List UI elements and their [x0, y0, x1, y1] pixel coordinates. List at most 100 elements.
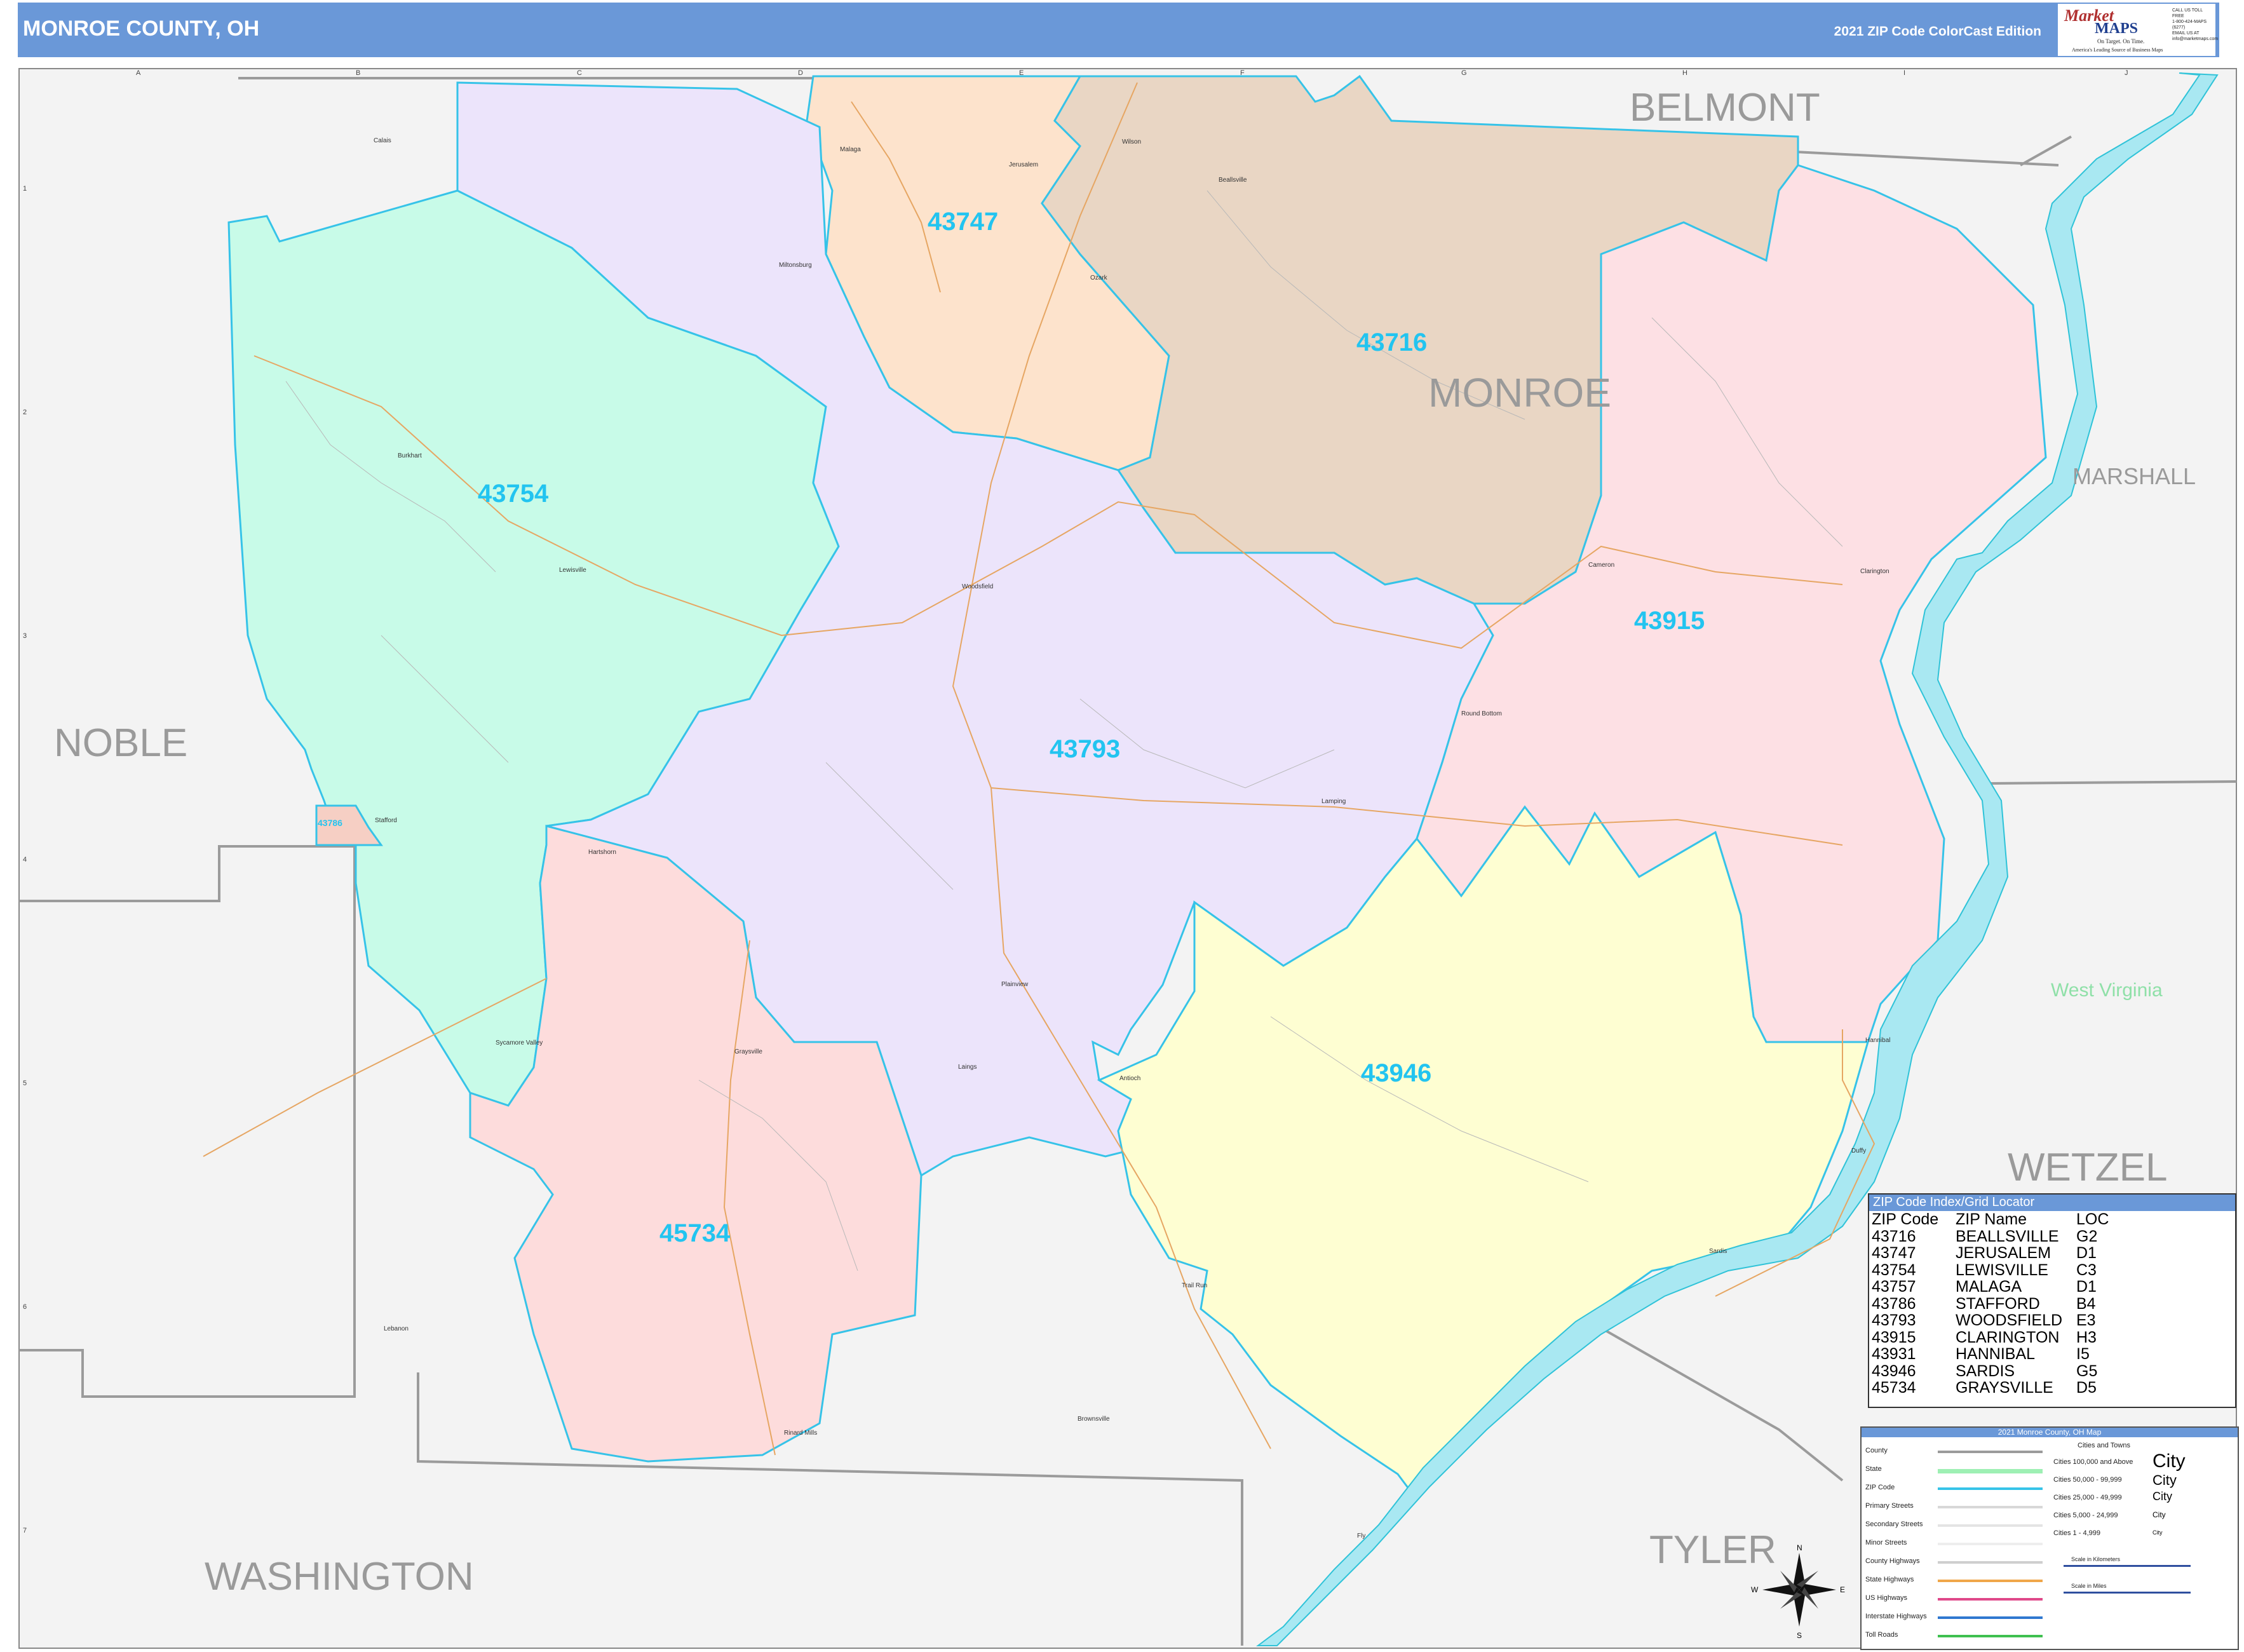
loc-cell: I5: [2076, 1345, 2090, 1363]
table-row: 43915 CLARINGTON H3: [1872, 1329, 2114, 1346]
grid-row-label: 4: [23, 856, 27, 863]
svg-text:S: S: [1797, 1631, 1802, 1640]
legend-label: State: [1865, 1465, 1882, 1473]
county-label-noble: NOBLE: [54, 721, 187, 765]
grid-col-label: H: [1682, 69, 1687, 77]
legend-label: Primary Streets: [1865, 1502, 1914, 1510]
name-cell: JERUSALEM: [1956, 1244, 2051, 1262]
town-label: Plainview: [1001, 981, 1029, 988]
grid-col-label: G: [1461, 69, 1467, 77]
grid-col-label: E: [1019, 69, 1024, 77]
grid-row-label: 1: [23, 185, 27, 193]
legend-city-sample: City: [2153, 1490, 2172, 1503]
table-row: 43757 MALAGA D1: [1872, 1278, 2114, 1296]
loc-cell: E3: [2076, 1311, 2096, 1329]
page-title: MONROE COUNTY, OH: [23, 17, 260, 41]
legend-swatch: [1938, 1543, 2043, 1545]
legend-city-range: Cities 1 - 4,999: [2053, 1529, 2100, 1537]
legend-swatch: [1938, 1598, 2043, 1601]
zip-label-43915: 43915: [1634, 607, 1705, 635]
legend-swatch: [1938, 1580, 2043, 1582]
logo-slogan: America's Leading Source of Business Map…: [2072, 47, 2163, 53]
loc-cell: B4: [2076, 1294, 2096, 1313]
legend-swatch: [1938, 1616, 2043, 1619]
loc-cell: G5: [2076, 1362, 2098, 1380]
town-label: Duffy: [1851, 1148, 1866, 1154]
legend-swatch: [1938, 1524, 2043, 1527]
table-row: 43946 SARDIS G5: [1872, 1362, 2114, 1380]
town-label: Ozark: [1090, 274, 1108, 281]
legend-label: US Highways: [1865, 1594, 1908, 1602]
market-maps-logo: Market MAPS On Target. On Time. America'…: [2058, 4, 2219, 56]
zip-label-43793: 43793: [1050, 735, 1120, 763]
town-label: Sardis: [1709, 1248, 1727, 1255]
loc-cell: C3: [2076, 1261, 2097, 1279]
table-row: 43754 LEWISVILLE C3: [1872, 1261, 2114, 1279]
scale-km-label: Scale in Kilometers: [2071, 1556, 2121, 1562]
grid-row-label: 3: [23, 632, 27, 640]
zip-index-header-row: ZIP Code ZIP Name LOC: [1872, 1211, 2114, 1228]
town-label: Wilson: [1122, 139, 1141, 146]
legend-swatch: [1938, 1506, 2043, 1508]
town-label: Brownsville: [1078, 1416, 1110, 1423]
town-label: Fly: [1357, 1533, 1365, 1540]
logo-contact-line: info@marketmaps.com: [2172, 37, 2219, 41]
town-label: Rinard Mills: [784, 1430, 817, 1437]
zip-index-table: ZIP Code Index/Grid Locator ZIP Code ZIP…: [1868, 1193, 2236, 1408]
town-label: Sycamore Valley: [496, 1039, 543, 1046]
legend-label: Toll Roads: [1865, 1631, 1898, 1639]
legend-city-sample: City: [2153, 1510, 2166, 1519]
grid-col-label: B: [356, 69, 360, 77]
name-cell: BEALLSVILLE: [1956, 1227, 2059, 1245]
legend-city-range: Cities 5,000 - 24,999: [2053, 1512, 2118, 1519]
town-label: Cameron: [1588, 562, 1614, 569]
town-label: Beallsville: [1219, 177, 1247, 184]
logo-contact-line: CALL US TOLL FREE: [2172, 8, 2203, 18]
town-label: Round Bottom: [1461, 710, 1502, 717]
legend-city-range: Cities 100,000 and Above: [2053, 1458, 2133, 1466]
loc-cell: G2: [2076, 1227, 2098, 1245]
table-row: 45734 GRAYSVILLE D5: [1872, 1379, 2114, 1397]
county-label-washington: WASHINGTON: [205, 1555, 474, 1599]
logo-brand-bottom: MAPS: [2095, 20, 2138, 37]
map-legend: 2021 Monroe County, OH Map County State …: [1860, 1426, 2239, 1650]
grid-col-label: I: [1903, 69, 1905, 77]
town-label: Lewisville: [559, 567, 586, 574]
zip-cell: 43754: [1872, 1261, 1916, 1279]
town-label: Clarington: [1860, 568, 1889, 575]
legend-label: State Highways: [1865, 1576, 1914, 1583]
town-label: Burkhart: [398, 452, 422, 459]
legend-city-sample: City: [2153, 1472, 2177, 1488]
legend-title: 2021 Monroe County, OH Map: [1862, 1428, 2238, 1437]
name-cell: LEWISVILLE: [1956, 1261, 2048, 1279]
title-bar: MONROE COUNTY, OH 2021 ZIP Code ColorCas…: [18, 3, 2219, 57]
town-label: Stafford: [375, 817, 397, 824]
town-label: Miltonsburg: [779, 262, 812, 269]
grid-row-label: 5: [23, 1080, 27, 1087]
zip-cell: 43793: [1872, 1311, 1916, 1329]
zip-label-43786: 43786: [318, 818, 342, 828]
legend-swatch: [1938, 1469, 2043, 1473]
zip-index-grid: ZIP Code ZIP Name LOC 43716 BEALLSVILLE G2…: [1872, 1211, 2114, 1397]
zip-cell: 43931: [1872, 1345, 1916, 1363]
zip-label-43754: 43754: [478, 480, 549, 508]
zip-cell: 45734: [1872, 1379, 1916, 1397]
column-header: LOC: [2076, 1210, 2109, 1228]
legend-cities-header: Cities and Towns: [2078, 1442, 2130, 1449]
logo-contact-line: EMAIL US AT: [2172, 31, 2200, 36]
grid-row-label: 6: [23, 1303, 27, 1311]
legend-swatch: [1938, 1451, 2043, 1453]
town-label: Hannibal: [1865, 1037, 1890, 1044]
loc-cell: D1: [2076, 1278, 2097, 1296]
state-label-west-virginia: West Virginia: [2051, 980, 2163, 1001]
name-cell: SARDIS: [1956, 1362, 2015, 1380]
town-label: Graysville: [734, 1048, 762, 1055]
zip-index-title: ZIP Code Index/Grid Locator: [1869, 1195, 2235, 1211]
legend-label: County: [1865, 1447, 1888, 1454]
column-header: ZIP Code: [1872, 1210, 1939, 1228]
town-label: Laings: [958, 1064, 977, 1071]
zip-label-45734: 45734: [659, 1219, 731, 1247]
name-cell: GRAYSVILLE: [1956, 1379, 2053, 1397]
legend-swatch: [1938, 1635, 2043, 1637]
table-row: 43786 STAFFORD B4: [1872, 1294, 2114, 1313]
